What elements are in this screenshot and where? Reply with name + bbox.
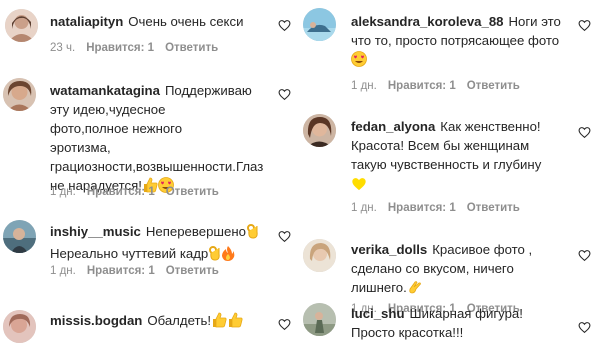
like-heart-icon[interactable] (278, 19, 291, 32)
comment-username[interactable]: missis.bogdan (50, 313, 142, 328)
comment-time[interactable]: 1 дн. (351, 80, 377, 92)
comment-username[interactable]: inshiy__music (50, 224, 141, 239)
like-heart-icon[interactable] (278, 318, 291, 331)
reply-button[interactable]: Ответить (467, 80, 520, 92)
comment-time[interactable]: 23 ч. (50, 42, 75, 54)
like-heart-icon[interactable] (578, 19, 591, 32)
avatar[interactable] (303, 8, 336, 41)
thumbs-up-emoji-icon (227, 312, 243, 333)
comment-likes[interactable]: Нравится: 1 (87, 186, 155, 198)
avatar[interactable] (303, 239, 336, 272)
comment-meta: 23 ч. Нравится: 1 Ответить (50, 42, 229, 56)
comment-username[interactable]: nataliapityn (50, 14, 123, 29)
comment-text: watamankatagina Поддерживаю эту идею,чуде… (50, 81, 263, 198)
comment-likes[interactable]: Нравится: 1 (87, 265, 155, 277)
avatar[interactable] (3, 78, 36, 111)
yellow-heart-emoji-icon (351, 176, 367, 196)
reply-button[interactable]: Ответить (166, 265, 219, 277)
like-heart-icon[interactable] (578, 126, 591, 139)
avatar[interactable] (3, 310, 36, 343)
comment-time[interactable]: 1 дн. (50, 186, 76, 198)
comment-likes[interactable]: Нравится: 1 (86, 42, 154, 54)
like-heart-icon[interactable] (578, 321, 591, 334)
avatar[interactable] (3, 220, 36, 253)
comment-text: inshiy__music Неперевершено Нереально чутт… (50, 222, 270, 266)
comment-time[interactable]: 1 дн. (351, 202, 377, 214)
comment-text: verika_dolls Красивое фото , сделано со в… (351, 240, 556, 300)
comment-time[interactable]: 1 дн. (50, 265, 76, 277)
comment-text: luci_shu Шикарная фигура! Просто красотка… (351, 304, 556, 342)
like-heart-icon[interactable] (278, 88, 291, 101)
comment-body-line2: Нереально чуттевий кадр (50, 246, 209, 261)
comment-meta: 1 дн. Нравится: 1 Ответить (351, 80, 531, 94)
comment-username[interactable]: aleksandra_koroleva_88 (351, 14, 504, 29)
comment-username[interactable]: fedan_alyona (351, 119, 435, 134)
comment-text: missis.bogdan Обалдеть! (50, 311, 270, 333)
comments-column-right: aleksandra_koroleva_88 Ноги это что то, п… (300, 0, 601, 351)
comment-meta: 1 дн. Нравится: 1 Ответить (50, 265, 230, 279)
heart-eyes-emoji-icon (351, 51, 367, 72)
thumbs-up-emoji-icon (211, 312, 227, 333)
reply-button[interactable]: Ответить (165, 42, 218, 54)
avatar[interactable] (303, 303, 336, 336)
ok-hand-emoji-icon (246, 223, 259, 244)
reply-button[interactable]: Ответить (467, 202, 520, 214)
comment-username[interactable]: luci_shu (351, 306, 405, 321)
like-heart-icon[interactable] (278, 230, 291, 243)
avatar[interactable] (5, 9, 38, 42)
clap-emoji-icon (407, 279, 423, 300)
comment-username[interactable]: verika_dolls (351, 242, 427, 257)
comment-meta: 1 дн. Нравится: 1 Ответить (50, 186, 230, 200)
reply-button[interactable]: Ответить (166, 186, 219, 198)
comment-body: Обалдеть! (147, 313, 212, 328)
fire-emoji-icon (221, 245, 235, 266)
comment-text: fedan_alyona Как женственно! Красота! Все… (351, 117, 563, 196)
comment-meta: 1 дн. Нравится: 1 Ответить (351, 202, 531, 216)
comment-text: aleksandra_koroleva_88 Ноги это что то, п… (351, 12, 563, 72)
comments-column-left: nataliapityn Очень очень секси 23 ч. Нрави… (0, 0, 300, 351)
comment-likes[interactable]: Нравится: 1 (388, 80, 456, 92)
ok-hand-emoji-icon (208, 245, 221, 266)
comment-body: Очень очень секси (128, 14, 244, 29)
comment-text: nataliapityn Очень очень секси (50, 12, 270, 31)
avatar[interactable] (303, 114, 336, 147)
comment-username[interactable]: watamankatagina (50, 83, 160, 98)
comment-likes[interactable]: Нравится: 1 (388, 202, 456, 214)
comment-body: Неперевершено (145, 224, 246, 239)
like-heart-icon[interactable] (578, 249, 591, 262)
